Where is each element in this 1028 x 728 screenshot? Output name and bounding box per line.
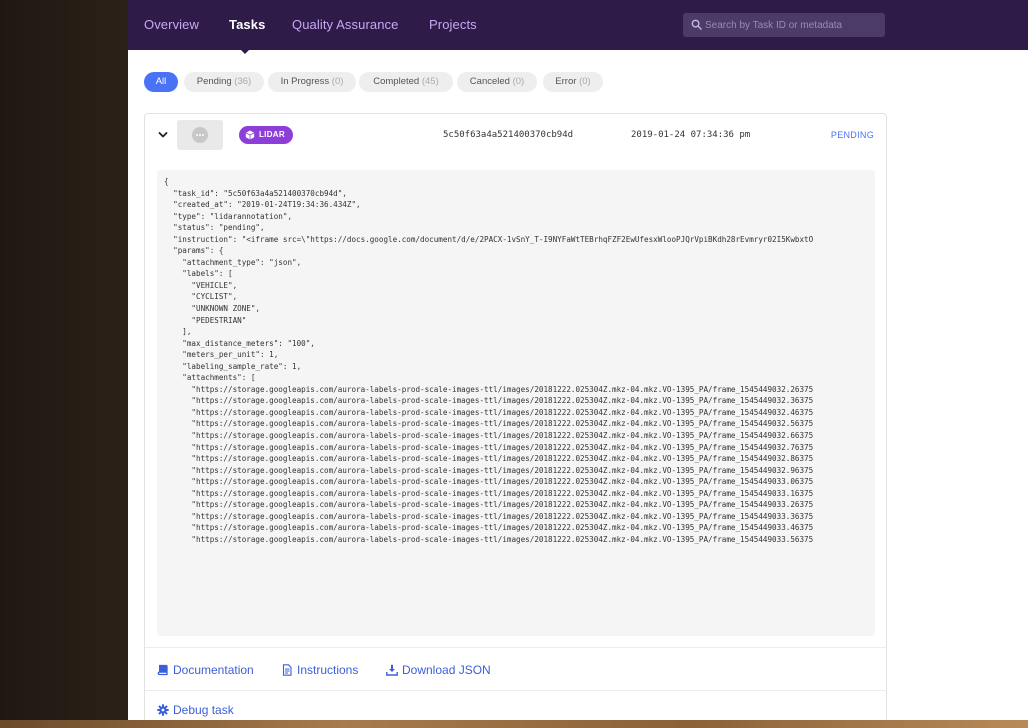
json-content: { "task_id": "5c50f63a4a521400370cb94d",… [164,177,814,544]
status-badge: PENDING [830,130,874,140]
app-window: Overview Tasks Quality Assurance Project… [128,0,1028,720]
search-box[interactable] [683,13,885,37]
task-thumbnail [177,120,223,150]
divider [145,690,886,691]
filter-label: Completed [373,76,420,87]
debug-task-label: Debug task [173,703,234,717]
divider [145,647,886,648]
filter-in-progress[interactable]: In Progress (0) [268,72,356,92]
filter-canceled[interactable]: Canceled (0) [457,72,537,92]
instructions-label: Instructions [297,663,359,677]
download-icon [386,664,398,676]
nav-projects[interactable]: Projects [429,17,477,32]
task-timestamp: 2019-01-24 07:34:36 pm [631,130,751,140]
left-backdrop [0,0,128,728]
filter-count: (45) [421,76,439,87]
documentation-link[interactable]: Documentation [157,662,254,678]
task-card: LIDAR 5c50f63a4a521400370cb94d 2019-01-2… [144,113,887,720]
filter-count: (0) [331,76,344,87]
filter-count: (0) [512,76,525,87]
gear-icon [157,704,169,716]
filter-count: (36) [234,76,252,87]
download-json-button[interactable]: Download JSON [386,662,491,678]
filter-label: Canceled [469,76,510,87]
filter-label: All [155,76,167,87]
more-icon [192,127,208,143]
filter-label: Error [555,76,577,87]
badge-label: LIDAR [259,130,285,139]
cube-icon [245,130,255,140]
search-input[interactable] [705,17,879,33]
nav-tasks[interactable]: Tasks [229,17,265,32]
desktop-bottom-edge [0,720,1028,728]
nav-quality-assurance[interactable]: Quality Assurance [292,17,398,32]
filter-count: (0) [579,76,591,87]
task-type-badge: LIDAR [239,126,293,144]
filter-label: Pending [196,76,232,87]
active-tab-indicator [241,50,249,54]
top-navigation: Overview Tasks Quality Assurance Project… [128,0,1028,50]
task-id: 5c50f63a4a521400370cb94d [443,130,574,140]
filter-pending[interactable]: Pending (36) [184,72,264,92]
document-icon [282,664,292,676]
book-icon [157,664,168,676]
task-json-viewer[interactable]: { "task_id": "5c50f63a4a521400370cb94d",… [157,170,875,636]
search-icon [691,19,702,30]
nav-overview[interactable]: Overview [144,17,199,32]
filter-error[interactable]: Error (0) [543,72,603,92]
filter-all[interactable]: All [144,72,178,92]
debug-task-link[interactable]: Debug task [157,702,234,718]
filter-label: In Progress [280,76,330,87]
chevron-down-icon[interactable] [158,131,168,139]
documentation-label: Documentation [173,663,254,677]
instructions-link[interactable]: Instructions [281,662,358,678]
filter-completed[interactable]: Completed (45) [359,72,453,92]
download-json-label: Download JSON [402,663,491,677]
